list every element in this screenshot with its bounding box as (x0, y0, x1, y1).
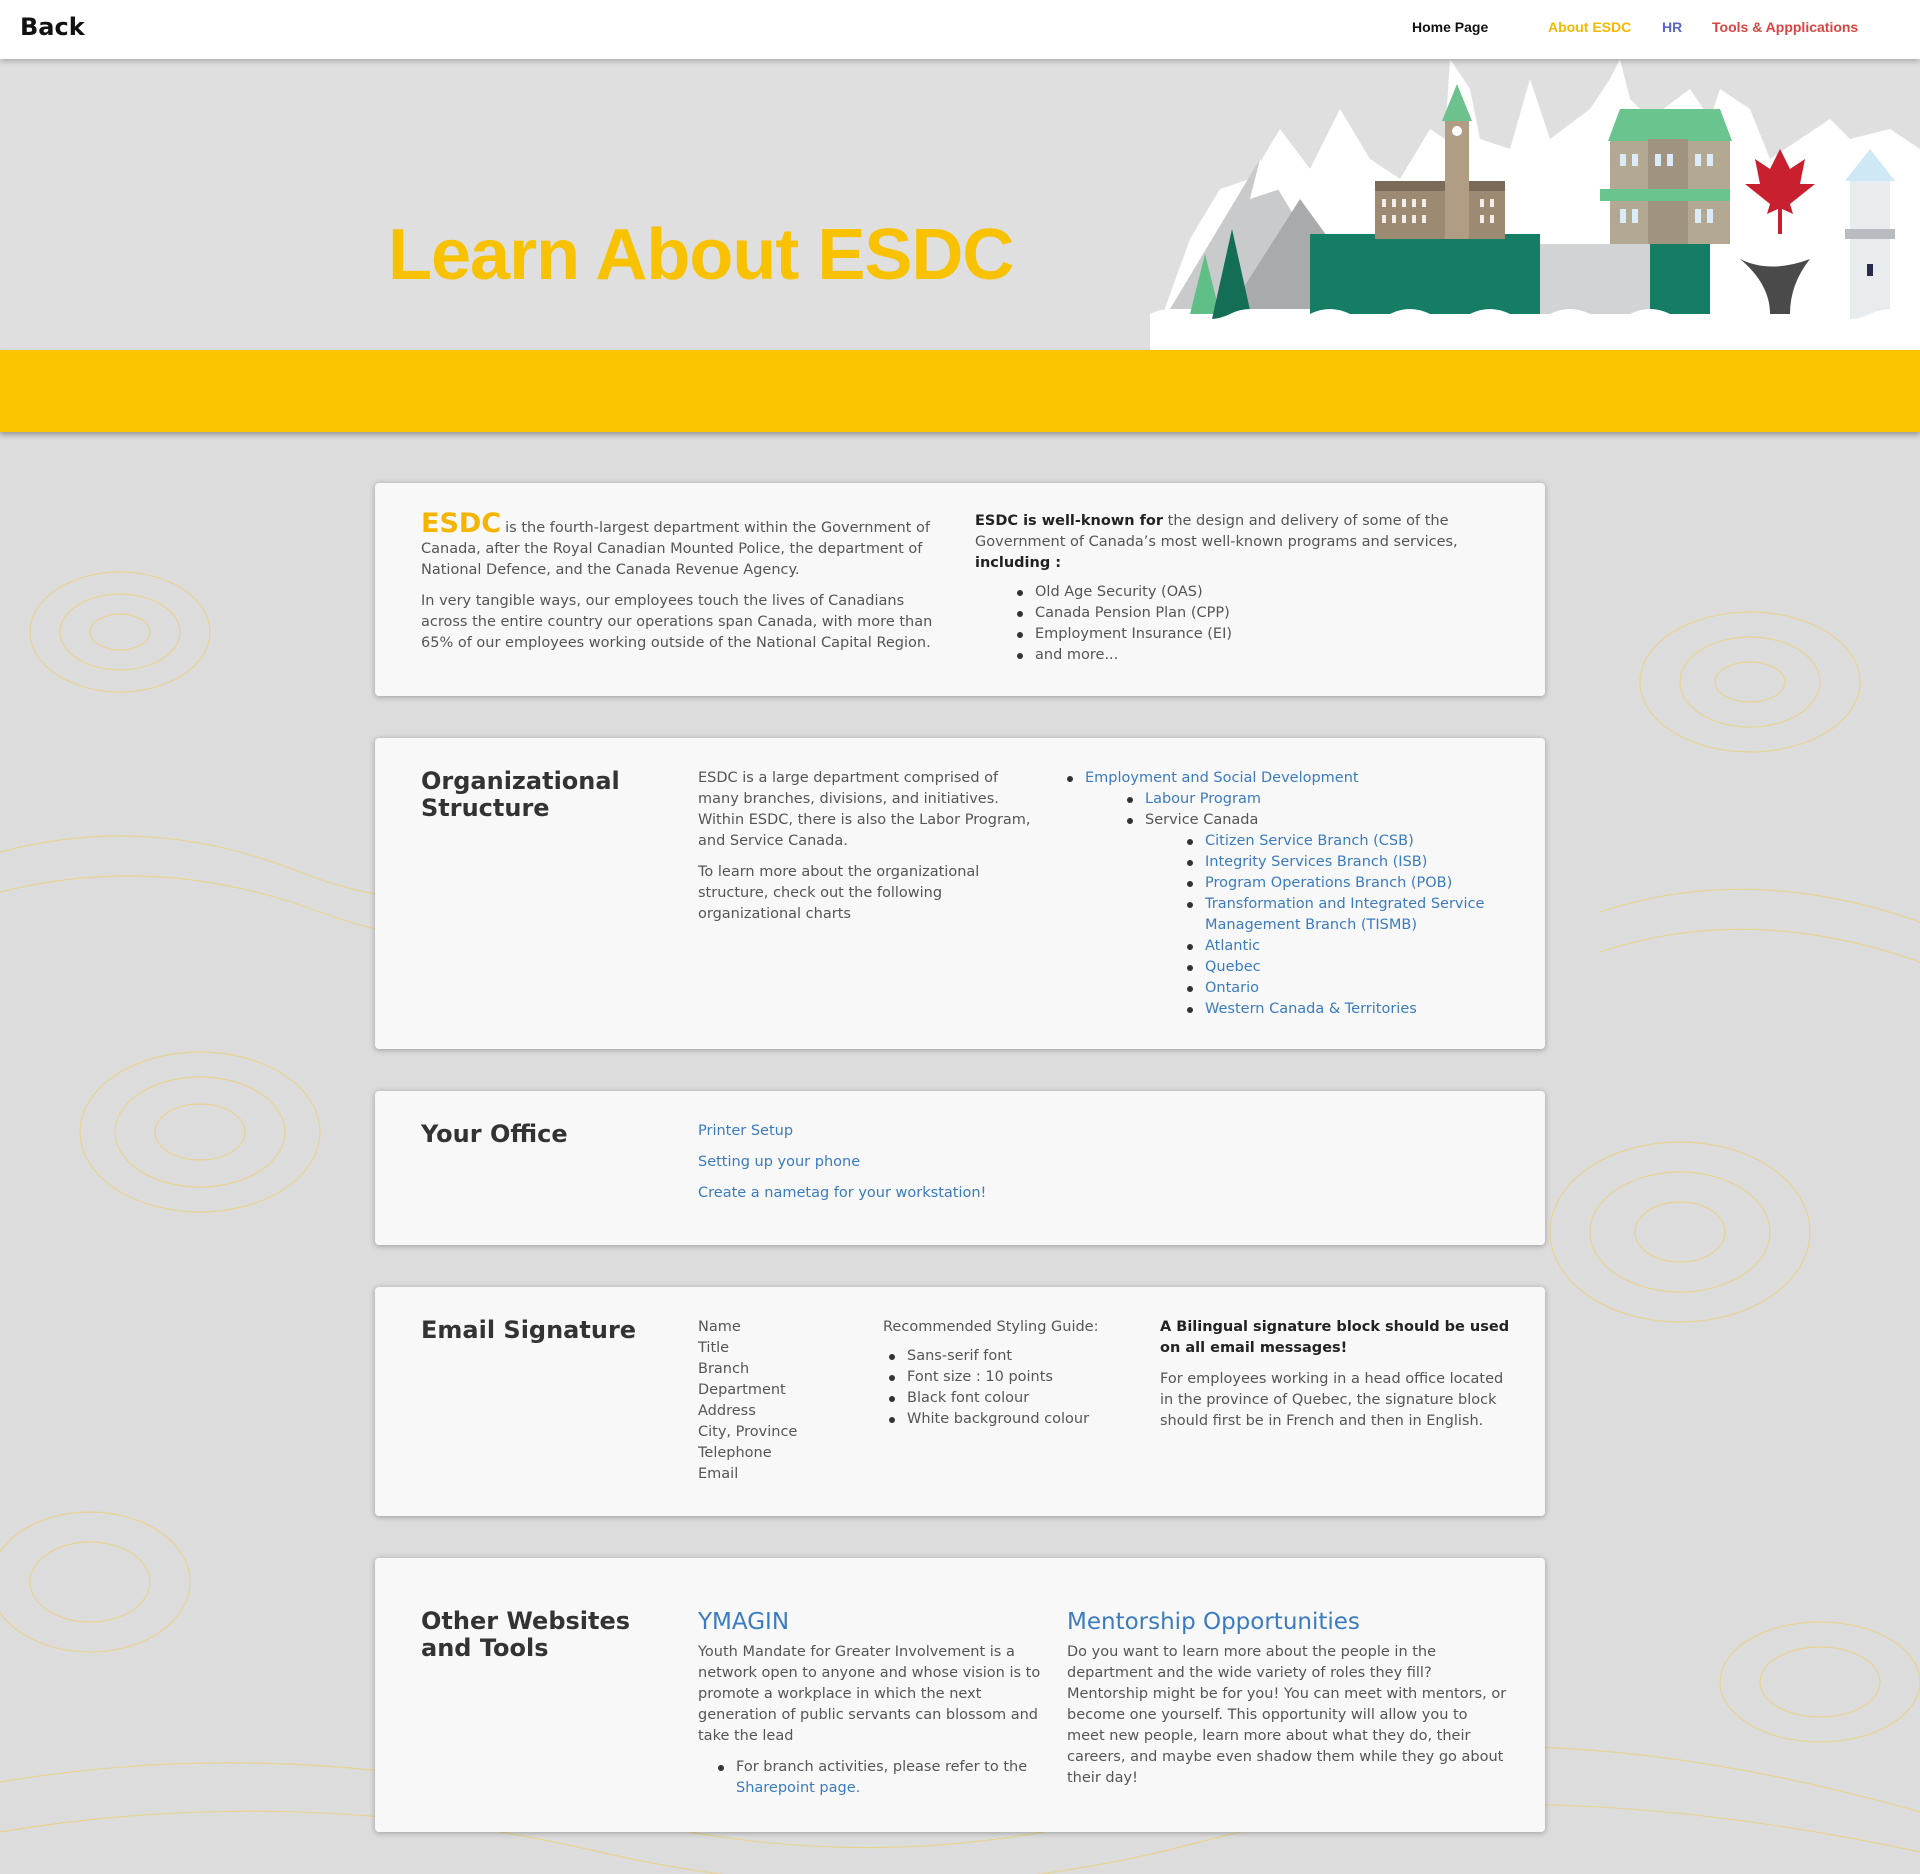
org-structure-title: Organizational Structure (421, 767, 620, 822)
email-signature-title: Email Signature (421, 1316, 637, 1344)
service-canada-label: Service Canada (1145, 812, 1259, 828)
org-structure-card: Organizational Structure ESDC is a large… (375, 738, 1545, 1049)
intro-right: ESDC is well-known for the design and de… (975, 511, 1485, 666)
mentorship-title[interactable]: Mentorship Opportunities (1067, 1608, 1507, 1636)
page-title: Learn About ESDC (388, 215, 1014, 295)
org-link-western[interactable]: Western Canada & Territories (1205, 1001, 1417, 1017)
org-link-labour[interactable]: Labour Program (1145, 791, 1261, 807)
list-item: Quebec (1185, 957, 1495, 978)
signature-field: Name (698, 1319, 741, 1335)
signature-field: Email (698, 1466, 739, 1482)
list-item: Integrity Services Branch (ISB) (1185, 852, 1495, 873)
programs-list: Old Age Security (OAS) Canada Pension Pl… (1015, 582, 1485, 666)
org-paragraph-2: To learn more about the organizational s… (698, 864, 980, 922)
list-item: White background colour (887, 1409, 1143, 1430)
styling-guide-title: Recommended Styling Guide: (883, 1319, 1099, 1335)
known-for-bold: ESDC is well-known for (975, 513, 1164, 529)
nav-tools-applications[interactable]: Tools & Appplications (1712, 19, 1858, 35)
ymagin-section: YMAGIN Youth Mandate for Greater Involve… (698, 1608, 1043, 1799)
org-paragraph-1: ESDC is a large department comprised of … (698, 770, 1031, 849)
phone-setup-link[interactable]: Setting up your phone (698, 1152, 986, 1173)
styling-guide: Recommended Styling Guide: Sans-serif fo… (883, 1317, 1143, 1430)
list-item: Font size : 10 points (887, 1367, 1143, 1388)
including-label: including : (975, 555, 1062, 571)
signature-field: Branch (698, 1361, 750, 1377)
list-item: Atlantic (1185, 936, 1495, 957)
nav-about-esdc[interactable]: About ESDC (1548, 19, 1631, 35)
list-item: Sans-serif font (887, 1346, 1143, 1367)
org-link-esd[interactable]: Employment and Social Development (1085, 770, 1359, 786)
intro-card: ESDC is the fourth-largest department wit… (375, 483, 1545, 696)
accent-band (0, 350, 1920, 432)
list-item: Western Canada & Territories (1185, 999, 1495, 1020)
mentorship-section: Mentorship Opportunities Do you want to … (1067, 1608, 1507, 1789)
hero-banner: Learn About ESDC (0, 59, 1920, 350)
intro-left: ESDC is the fourth-largest department wit… (421, 508, 951, 664)
bilingual-note: A Bilingual signature block should be us… (1160, 1317, 1510, 1442)
list-item: Employment Insurance (EI) (1015, 624, 1485, 645)
office-links: Printer Setup Setting up your phone Crea… (698, 1121, 986, 1214)
mentorship-description: Do you want to learn more about the peop… (1067, 1644, 1507, 1786)
your-office-card: Your Office Printer Setup Setting up you… (375, 1091, 1545, 1245)
esdc-highlight: ESDC (421, 508, 502, 539)
ymagin-title[interactable]: YMAGIN (698, 1608, 1043, 1636)
known-for-paragraph: ESDC is well-known for the design and de… (975, 511, 1485, 574)
other-websites-card: Other Websites and Tools YMAGIN Youth Ma… (375, 1558, 1545, 1832)
your-office-title: Your Office (421, 1120, 568, 1148)
org-link-quebec[interactable]: Quebec (1205, 959, 1261, 975)
printer-setup-link[interactable]: Printer Setup (698, 1121, 986, 1142)
quebec-note: For employees working in a head office l… (1160, 1371, 1504, 1429)
list-item: Ontario (1185, 978, 1495, 999)
list-item: Citizen Service Branch (CSB) (1185, 831, 1495, 852)
nav-hr[interactable]: HR (1662, 19, 1682, 35)
signature-field: Address (698, 1403, 756, 1419)
list-item: and more... (1015, 645, 1485, 666)
org-tree: Employment and Social Development Labour… (1065, 768, 1495, 1020)
bilingual-heading: A Bilingual signature block should be us… (1160, 1319, 1510, 1356)
nav-home-page[interactable]: Home Page (1412, 19, 1488, 35)
canada-skyline-illustration (1150, 59, 1920, 350)
org-description: ESDC is a large department comprised of … (698, 768, 1043, 935)
nametag-link[interactable]: Create a nametag for your workstation! (698, 1183, 986, 1204)
ymagin-description: Youth Mandate for Greater Involvement is… (698, 1644, 1041, 1744)
org-link-isb[interactable]: Integrity Services Branch (ISB) (1205, 854, 1427, 870)
list-item: Black font colour (887, 1388, 1143, 1409)
list-item: Program Operations Branch (POB) (1185, 873, 1495, 894)
other-websites-title: Other Websites and Tools (421, 1607, 631, 1662)
back-link[interactable]: Back (20, 13, 85, 41)
org-link-csb[interactable]: Citizen Service Branch (CSB) (1205, 833, 1414, 849)
intro-paragraph-1: ESDC is the fourth-largest department wit… (421, 508, 951, 581)
list-item: Service Canada Citizen Service Branch (C… (1125, 810, 1495, 1020)
signature-field: Title (698, 1340, 730, 1356)
list-item: Labour Program (1125, 789, 1495, 810)
org-link-atlantic[interactable]: Atlantic (1205, 938, 1260, 954)
signature-field: City, Province (698, 1424, 798, 1440)
top-navbar: Back Home Page About ESDC HR Tools & App… (0, 0, 1920, 59)
branch-activities-text: For branch activities, please refer to t… (736, 1759, 1028, 1775)
signature-field: Department (698, 1382, 786, 1398)
sharepoint-link[interactable]: Sharepoint page. (736, 1780, 860, 1796)
intro-paragraph-2: In very tangible ways, our employees tou… (421, 593, 933, 651)
email-signature-card: Email Signature Name Title Branch Depart… (375, 1287, 1545, 1516)
org-link-pob[interactable]: Program Operations Branch (POB) (1205, 875, 1452, 891)
signature-field: Telephone (698, 1445, 772, 1461)
signature-fields: Name Title Branch Department Address Cit… (698, 1317, 868, 1485)
list-item: Employment and Social Development Labour… (1065, 768, 1495, 1020)
org-link-ontario[interactable]: Ontario (1205, 980, 1259, 996)
list-item: Old Age Security (OAS) (1015, 582, 1485, 603)
list-item: For branch activities, please refer to t… (716, 1757, 1043, 1799)
list-item: Transformation and Integrated Service Ma… (1185, 894, 1495, 936)
list-item: Canada Pension Plan (CPP) (1015, 603, 1485, 624)
org-link-tismb[interactable]: Transformation and Integrated Service Ma… (1205, 896, 1484, 933)
